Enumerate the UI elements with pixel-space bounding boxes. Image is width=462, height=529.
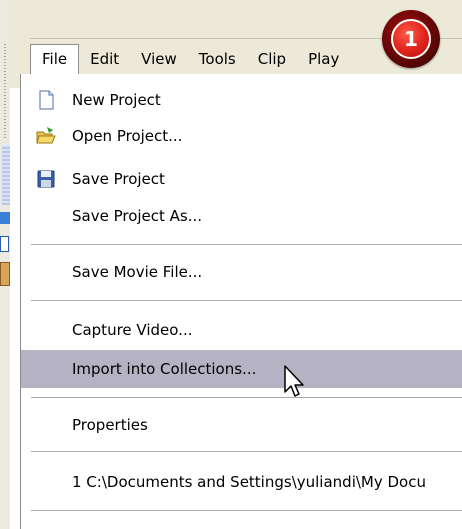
menu-item-new-project[interactable]: New Project	[21, 82, 462, 118]
file-menu-dropdown: New Project Open Project... Save Project…	[20, 74, 462, 529]
toolbar-grip	[4, 44, 6, 140]
background-panel	[2, 145, 10, 205]
menu-separator	[31, 244, 462, 245]
menu-separator	[31, 300, 462, 301]
menu-item-label: Import into Collections...	[72, 360, 257, 378]
mouse-cursor-icon	[283, 364, 309, 402]
menu-item-label: Save Project	[72, 170, 165, 188]
menu-separator	[31, 510, 462, 511]
menu-item-label: Properties	[72, 416, 148, 434]
background-film-icon	[0, 262, 10, 286]
badge-number: 1	[391, 19, 431, 59]
menu-item-properties[interactable]: Properties	[21, 407, 462, 443]
menu-item-label: Save Movie File...	[72, 263, 203, 281]
menu-item-save-movie-file[interactable]: Save Movie File...	[21, 254, 462, 290]
menu-view[interactable]: View	[130, 44, 188, 74]
menu-play[interactable]: Play	[297, 44, 350, 74]
menu-item-label: New Project	[72, 91, 161, 109]
menu-item-label: Capture Video...	[72, 321, 193, 339]
menu-item-label: 1 C:\Documents and Settings\yuliandi\My …	[72, 473, 426, 491]
menu-tools[interactable]: Tools	[188, 44, 247, 74]
menu-item-open-project[interactable]: Open Project...	[21, 118, 462, 154]
step-number-badge: 1	[382, 10, 440, 68]
menu-item-import-into-collections[interactable]: Import into Collections...	[21, 350, 462, 388]
menu-item-recent-1[interactable]: 1 C:\Documents and Settings\yuliandi\My …	[21, 464, 462, 500]
open-folder-icon	[35, 125, 57, 147]
menubar-items: File Edit View Tools Clip Play	[30, 44, 350, 74]
menu-separator	[31, 451, 462, 452]
menu-item-save-project-as[interactable]: Save Project As...	[21, 198, 462, 234]
background-window-strip	[0, 0, 10, 529]
menu-item-save-project[interactable]: Save Project	[21, 161, 462, 197]
menu-item-label: Save Project As...	[72, 207, 203, 225]
menu-file[interactable]: File	[30, 44, 80, 74]
menu-item-capture-video[interactable]: Capture Video...	[21, 312, 462, 348]
menu-separator	[31, 397, 462, 398]
new-project-icon	[35, 89, 57, 111]
save-disk-icon	[35, 168, 57, 190]
menu-clip[interactable]: Clip	[247, 44, 297, 74]
menu-item-label: Open Project...	[72, 127, 183, 145]
menu-edit[interactable]: Edit	[79, 44, 130, 74]
background-document-icon	[0, 236, 9, 252]
background-star-icon	[0, 212, 10, 224]
